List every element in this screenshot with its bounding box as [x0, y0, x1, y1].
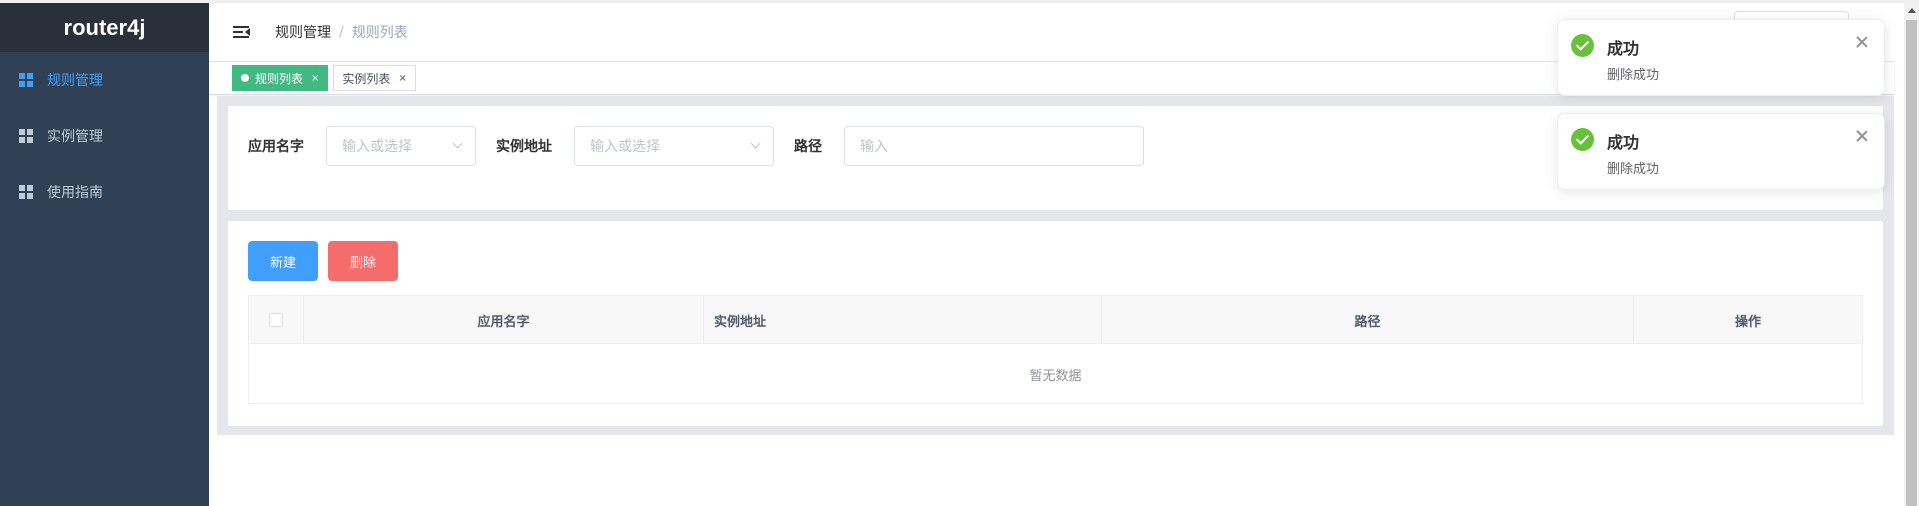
column-app-name[interactable]: 应用名字 [304, 296, 704, 344]
tag-label: 规则列表 [255, 71, 304, 86]
delete-button[interactable]: 删除 [328, 241, 398, 281]
table-empty-text: 暂无数据 [1029, 368, 1082, 384]
app-name-placeholder: 输入或选择 [342, 139, 412, 155]
sidebar-item-label: 实例管理 [47, 129, 103, 145]
instance-select[interactable]: 输入或选择 [574, 126, 774, 166]
chevron-down-icon [452, 138, 463, 149]
close-icon[interactable]: × [398, 73, 406, 84]
breadcrumb: 规则管理 / 规则列表 [275, 22, 408, 42]
instance-placeholder: 输入或选择 [590, 139, 660, 155]
sidebar-item-rules[interactable]: 规则管理 [0, 52, 209, 108]
success-check-icon [1571, 34, 1594, 57]
chevron-down-icon [750, 138, 761, 149]
sidebar-item-label: 使用指南 [47, 185, 103, 201]
path-label: 路径 [794, 139, 822, 155]
column-instance[interactable]: 实例地址 [704, 296, 1102, 344]
notification-message: 删除成功 [1607, 68, 1660, 83]
breadcrumb-item-rules[interactable]: 规则管理 [275, 22, 331, 42]
sidebar-item-instances[interactable]: 实例管理 [0, 108, 209, 164]
hamburger-icon[interactable] [233, 23, 253, 41]
success-check-icon [1571, 128, 1594, 151]
sidebar: router4j 规则管理 实例管理 使用指南 [0, 3, 209, 506]
path-input[interactable]: 输入 [844, 126, 1144, 166]
grid-icon [19, 73, 33, 87]
select-all-cell [249, 296, 304, 344]
new-button[interactable]: 新建 [248, 241, 318, 281]
close-icon[interactable] [1855, 129, 1869, 143]
column-actions: 操作 [1734, 314, 1761, 330]
scroll-up-arrow-icon[interactable] [1908, 8, 1916, 13]
table-header: 应用名字 实例地址 路径 操作 [249, 296, 1862, 344]
notification-toast: 成功 删除成功 [1557, 113, 1885, 190]
notification-title: 成功 [1607, 133, 1640, 152]
grid-icon [19, 129, 33, 143]
active-dot-icon [241, 74, 249, 82]
rules-table: 应用名字 实例地址 路径 操作 暂无数据 [248, 295, 1863, 404]
notification-message: 删除成功 [1607, 162, 1660, 177]
app-name-select[interactable]: 输入或选择 [326, 126, 476, 166]
sidebar-item-guide[interactable]: 使用指南 [0, 164, 209, 220]
tag-rule-list[interactable]: 规则列表 × [232, 65, 329, 91]
tag-label: 实例列表 [342, 71, 391, 86]
notification-toast: 成功 删除成功 [1557, 19, 1885, 96]
instance-label: 实例地址 [496, 139, 552, 155]
scrollbar-thumb[interactable] [1906, 20, 1917, 506]
select-all-checkbox[interactable] [269, 313, 283, 327]
app-name-label: 应用名字 [248, 139, 304, 155]
close-icon[interactable] [1855, 35, 1869, 49]
notification-title: 成功 [1607, 39, 1640, 58]
breadcrumb-item-current: 规则列表 [351, 25, 408, 41]
grid-icon [19, 185, 33, 199]
tag-instance-list[interactable]: 实例列表 × [333, 65, 416, 91]
app-logo: router4j [0, 3, 209, 52]
close-icon[interactable]: × [311, 73, 319, 84]
breadcrumb-separator: / [339, 24, 344, 40]
path-placeholder: 输入 [860, 139, 888, 155]
sidebar-item-label: 规则管理 [47, 73, 103, 89]
column-path[interactable]: 路径 [1102, 296, 1634, 344]
